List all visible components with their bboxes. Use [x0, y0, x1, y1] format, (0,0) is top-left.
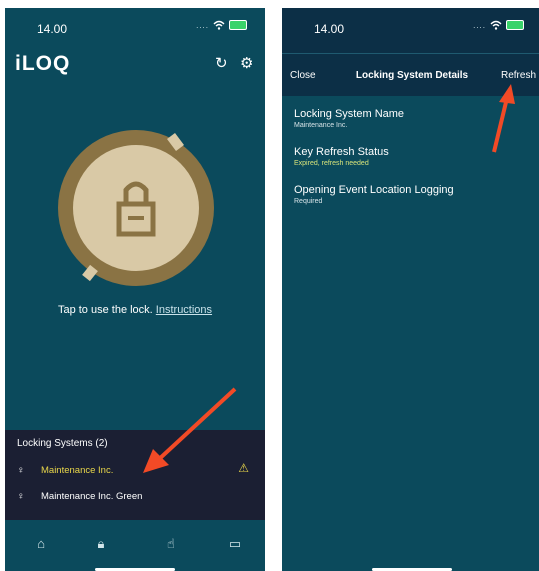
- system-item-maintenance-inc-green[interactable]: ♀ Maintenance Inc. Green: [17, 487, 253, 505]
- key-icon: ♀: [17, 490, 25, 502]
- touch-icon[interactable]: ☝︎: [161, 536, 181, 552]
- refresh-button[interactable]: Refresh: [501, 70, 536, 81]
- tap-instruction: Tap to use the lock. Instructions: [5, 304, 265, 316]
- field-label: Opening Event Location Logging: [294, 184, 454, 196]
- field-label: Key Refresh Status: [294, 146, 389, 158]
- field-locking-system-name: Locking System Name Maintenance Inc.: [294, 108, 404, 129]
- lock-button[interactable]: [47, 128, 225, 288]
- battery-icon: [506, 20, 524, 30]
- annotation-arrow: [492, 84, 515, 153]
- system-name: Maintenance Inc.: [41, 464, 114, 476]
- wifi-icon: [213, 20, 225, 30]
- field-value: Expired, refresh needed: [294, 160, 369, 167]
- gear-icon[interactable]: ⚙: [240, 54, 253, 72]
- signal-icon: ....: [473, 20, 486, 30]
- right-phone-screen: 14.00 .... Close Locking System Details …: [282, 8, 539, 571]
- field-label: Locking System Name: [294, 108, 405, 120]
- system-name: Maintenance Inc. Green: [41, 490, 143, 502]
- field-value: Required: [294, 198, 323, 205]
- annotation-arrow: [143, 387, 237, 473]
- details-body: Locking System Name Maintenance Inc. Key…: [282, 96, 539, 571]
- message-icon[interactable]: ▭: [225, 536, 245, 552]
- instructions-link[interactable]: Instructions: [156, 304, 212, 316]
- status-icons: ....: [473, 20, 524, 30]
- wifi-icon: [490, 20, 502, 30]
- tap-text: Tap to use the lock.: [57, 304, 153, 316]
- status-time: 14.00: [314, 22, 345, 36]
- lock-icon[interactable]: 🔒︎: [91, 536, 111, 552]
- battery-icon: [229, 20, 247, 30]
- locking-systems-title: Locking Systems (2): [17, 438, 108, 449]
- field-opening-event-logging: Opening Event Location Logging Required: [294, 184, 454, 205]
- refresh-icon[interactable]: ↻: [215, 54, 228, 72]
- key-icon: ♀: [17, 464, 25, 476]
- left-phone-screen: 14.00 .... iLOQ ↻ ⚙ Tap to use the lock.…: [5, 8, 265, 571]
- field-value: Maintenance Inc.: [294, 122, 348, 129]
- bottom-nav: ⌂ 🔒︎ ☝︎ ▭: [5, 519, 265, 571]
- status-time: 14.00: [37, 22, 68, 36]
- app-logo: iLOQ: [15, 52, 71, 75]
- signal-icon: ....: [196, 20, 209, 30]
- home-icon[interactable]: ⌂: [31, 536, 51, 551]
- status-icons: ....: [196, 20, 247, 30]
- field-key-refresh-status: Key Refresh Status Expired, refresh need…: [294, 146, 389, 167]
